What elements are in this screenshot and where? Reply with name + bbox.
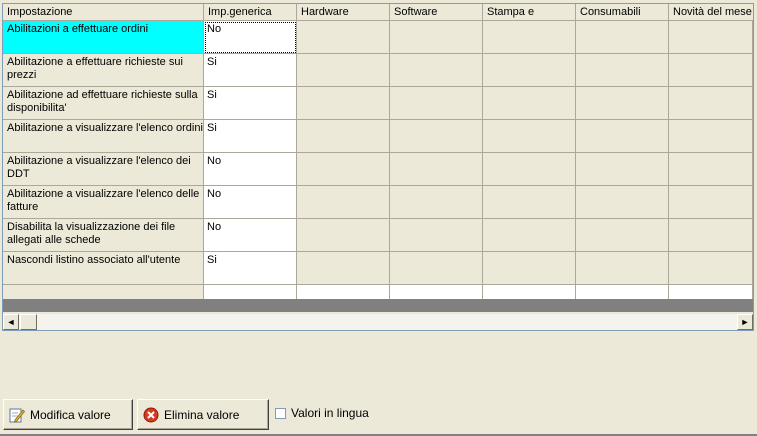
row-empty-cell[interactable] (483, 21, 576, 54)
new-row-cell[interactable] (669, 285, 753, 299)
row-empty-cell[interactable] (297, 21, 390, 54)
row-label[interactable]: Nascondi listino associato all'utente (3, 252, 204, 285)
row-empty-cell[interactable] (576, 153, 669, 186)
row-label[interactable]: Abilitazione a effettuare richieste sui … (3, 54, 204, 87)
row-empty-cell[interactable] (297, 252, 390, 285)
row-empty-cell[interactable] (669, 21, 753, 54)
row-empty-cell[interactable] (576, 186, 669, 219)
column-header-consumabili[interactable]: Consumabili (576, 4, 669, 21)
scroll-left-arrow-icon[interactable]: ◄ (3, 314, 19, 330)
settings-grid[interactable]: Impostazione Imp.generica Hardware Softw… (2, 3, 754, 331)
modifica-valore-label: Modifica valore (30, 407, 111, 422)
row-label[interactable]: Abilitazione a visualizzare l'elenco dei… (3, 153, 204, 186)
row-empty-cell[interactable] (297, 219, 390, 252)
row-value-cell[interactable]: Si (204, 54, 297, 87)
grid-empty-area (3, 299, 753, 312)
elimina-valore-button[interactable]: Elimina valore (137, 399, 269, 430)
row-empty-cell[interactable] (483, 153, 576, 186)
row-empty-cell[interactable] (483, 120, 576, 153)
scroll-right-arrow-icon[interactable]: ► (737, 314, 753, 330)
column-header-novita[interactable]: Novità del mese (669, 4, 753, 21)
row-empty-cell[interactable] (483, 252, 576, 285)
column-header-hardware[interactable]: Hardware (297, 4, 390, 21)
new-row-label-cell (3, 285, 204, 299)
row-value-cell[interactable]: No (204, 153, 297, 186)
row-label[interactable]: Abilitazione a visualizzare l'elenco ord… (3, 120, 204, 153)
new-row-cell[interactable] (297, 285, 390, 299)
row-label[interactable]: Abilitazione ad effettuare richieste sul… (3, 87, 204, 120)
row-empty-cell[interactable] (390, 21, 483, 54)
delete-x-icon (143, 407, 159, 422)
row-empty-cell[interactable] (297, 186, 390, 219)
row-empty-cell[interactable] (297, 87, 390, 120)
new-row-cell[interactable] (204, 285, 297, 299)
elimina-valore-label: Elimina valore (164, 407, 240, 422)
row-empty-cell[interactable] (297, 54, 390, 87)
row-value-cell[interactable]: No (204, 186, 297, 219)
valori-in-lingua-checkbox[interactable] (275, 407, 286, 419)
row-empty-cell[interactable] (297, 120, 390, 153)
row-empty-cell[interactable] (390, 252, 483, 285)
row-label[interactable]: Abilitazioni a effettuare ordini (3, 21, 204, 54)
row-label[interactable]: Abilitazione a visualizzare l'elenco del… (3, 186, 204, 219)
row-empty-cell[interactable] (669, 87, 753, 120)
column-header-stampa[interactable]: Stampa e (483, 4, 576, 21)
row-empty-cell[interactable] (576, 120, 669, 153)
row-empty-cell[interactable] (576, 87, 669, 120)
row-empty-cell[interactable] (576, 54, 669, 87)
row-empty-cell[interactable] (483, 54, 576, 87)
row-empty-cell[interactable] (390, 219, 483, 252)
column-header-imp-generica[interactable]: Imp.generica (204, 4, 297, 21)
edit-pencil-icon (9, 408, 25, 422)
row-empty-cell[interactable] (390, 87, 483, 120)
row-value-cell[interactable]: Si (204, 252, 297, 285)
row-empty-cell[interactable] (390, 186, 483, 219)
row-empty-cell[interactable] (390, 153, 483, 186)
row-empty-cell[interactable] (669, 120, 753, 153)
row-empty-cell[interactable] (669, 54, 753, 87)
row-empty-cell[interactable] (669, 153, 753, 186)
modifica-valore-button[interactable]: Modifica valore (3, 399, 133, 430)
row-empty-cell[interactable] (669, 186, 753, 219)
row-empty-cell[interactable] (483, 219, 576, 252)
row-empty-cell[interactable] (576, 219, 669, 252)
horizontal-scrollbar[interactable]: ◄ ► (3, 313, 753, 330)
row-empty-cell[interactable] (297, 153, 390, 186)
row-empty-cell[interactable] (390, 120, 483, 153)
valori-in-lingua-label: Valori in lingua (291, 406, 369, 420)
valori-in-lingua-option[interactable]: Valori in lingua (275, 406, 369, 420)
new-row-cell[interactable] (390, 285, 483, 299)
scroll-thumb[interactable] (20, 314, 37, 330)
row-value-cell[interactable]: Si (204, 120, 297, 153)
column-header-software[interactable]: Software (390, 4, 483, 21)
row-empty-cell[interactable] (483, 186, 576, 219)
column-header-impostazione[interactable]: Impostazione (3, 4, 204, 21)
row-value-cell[interactable]: No (204, 219, 297, 252)
new-row-cell[interactable] (576, 285, 669, 299)
row-empty-cell[interactable] (576, 252, 669, 285)
new-row-cell[interactable] (483, 285, 576, 299)
row-empty-cell[interactable] (483, 87, 576, 120)
row-value-cell[interactable]: Si (204, 87, 297, 120)
row-label[interactable]: Disabilita la visualizzazione dei file a… (3, 219, 204, 252)
row-empty-cell[interactable] (669, 219, 753, 252)
row-empty-cell[interactable] (390, 54, 483, 87)
row-empty-cell[interactable] (669, 252, 753, 285)
row-value-cell[interactable]: No (204, 21, 297, 54)
row-empty-cell[interactable] (576, 21, 669, 54)
